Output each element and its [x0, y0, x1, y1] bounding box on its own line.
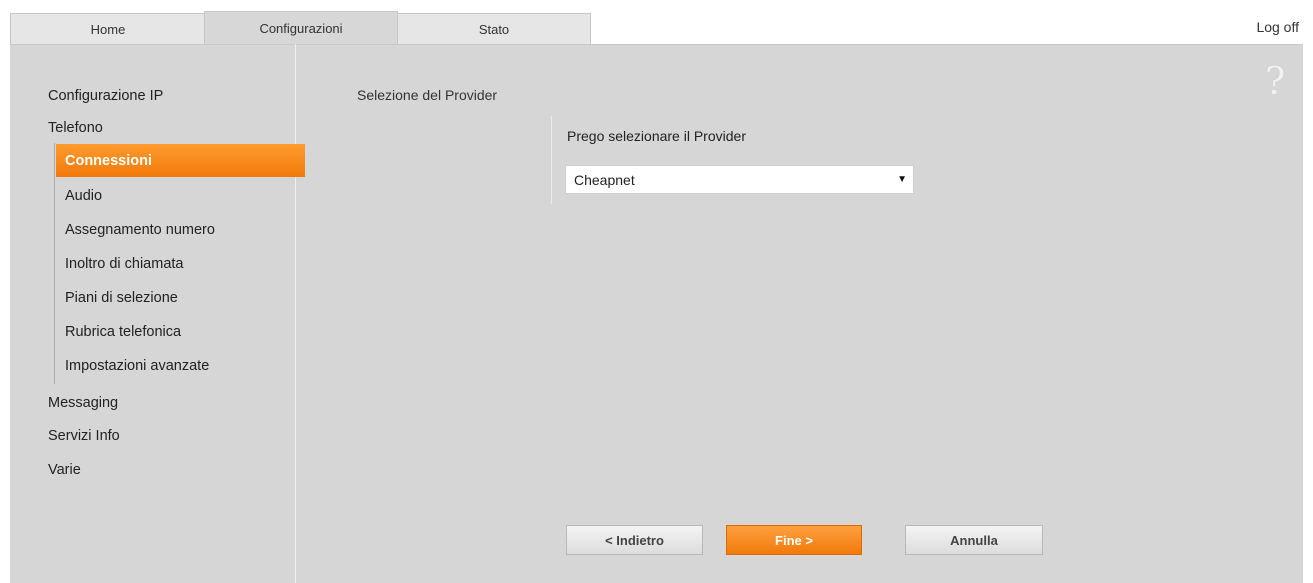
logoff-link[interactable]: Log off [1256, 19, 1299, 35]
tab-stato[interactable]: Stato [397, 13, 591, 44]
cancel-button[interactable]: Annulla [905, 525, 1043, 555]
back-button[interactable]: < Indietro [566, 525, 703, 555]
tab-configurazioni[interactable]: Configurazioni [204, 11, 398, 45]
sidebar-item-servizi-info[interactable]: Servizi Info [48, 428, 120, 444]
sidebar-item-messaging[interactable]: Messaging [48, 395, 118, 411]
submenu-line [54, 143, 55, 384]
help-icon[interactable]: ? [1265, 59, 1285, 103]
tab-home[interactable]: Home [10, 13, 206, 44]
sidebar-item-rubrica-telefonica[interactable]: Rubrica telefonica [65, 324, 181, 340]
main-panel [10, 44, 1303, 583]
sidebar-item-varie[interactable]: Varie [48, 462, 81, 478]
sidebar-item-piani-selezione[interactable]: Piani di selezione [65, 290, 178, 306]
sidebar-item-inoltro-chiamata[interactable]: Inoltro di chiamata [65, 256, 183, 272]
sidebar-item-audio[interactable]: Audio [65, 188, 102, 204]
sidebar-item-assegnamento-numero[interactable]: Assegnamento numero [65, 222, 215, 238]
dropdown-arrow-icon: ▼ [897, 174, 907, 185]
sidebar-item-impostazioni-avanzate[interactable]: Impostazioni avanzate [65, 358, 209, 374]
content-divider [551, 116, 552, 204]
section-title: Selezione del Provider [357, 87, 498, 103]
provider-prompt: Prego selezionare il Provider [567, 128, 746, 144]
provider-select-value: Cheapnet [574, 171, 635, 188]
sidebar-item-configurazione-ip[interactable]: Configurazione IP [48, 88, 163, 104]
sidebar-item-telefono[interactable]: Telefono [48, 120, 103, 136]
sidebar-item-connessioni[interactable]: Connessioni [56, 144, 305, 177]
provider-select[interactable]: Cheapnet ▼ [565, 165, 914, 194]
finish-button[interactable]: Fine > [726, 525, 862, 555]
sidebar-divider [295, 44, 296, 583]
